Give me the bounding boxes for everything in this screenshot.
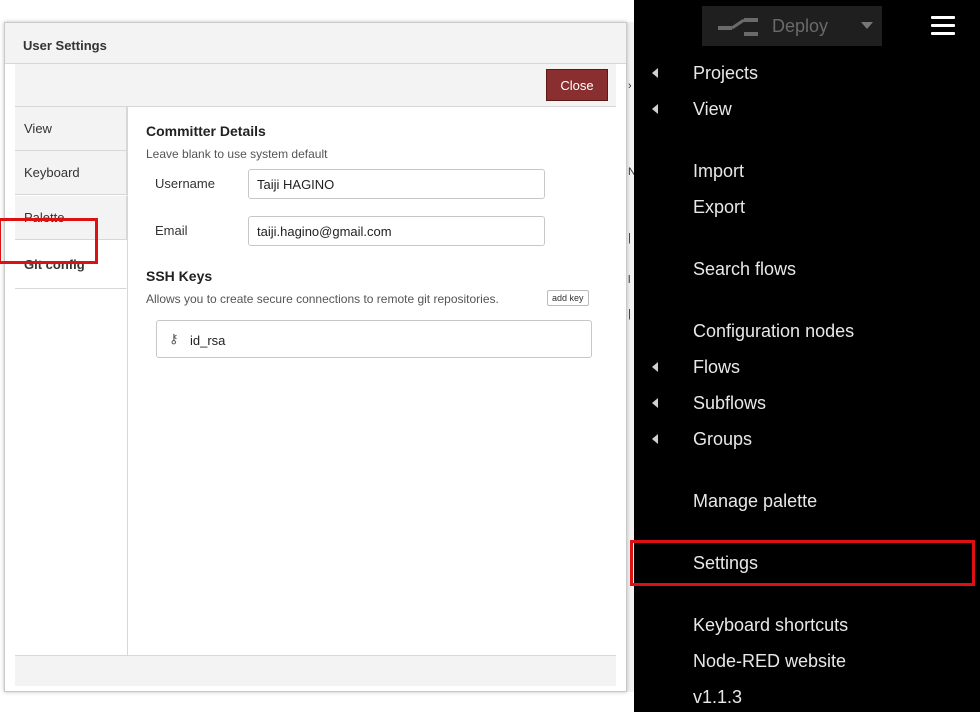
committer-hint: Leave blank to use system default bbox=[146, 147, 328, 161]
editor-edge-glyph: l bbox=[628, 274, 631, 286]
menu-item-label: Manage palette bbox=[693, 491, 818, 511]
header-bar: Deploy bbox=[634, 0, 980, 56]
menu-item-label: Settings bbox=[693, 553, 759, 573]
menu-item-label: Configuration nodes bbox=[693, 321, 855, 341]
user-settings-dialog: User Settings Close View Keyboard Palett… bbox=[4, 22, 627, 692]
menu-item-label: Flows bbox=[693, 357, 741, 377]
menu-item-label: Search flows bbox=[693, 259, 797, 279]
caret-left-icon bbox=[652, 362, 658, 372]
dialog-toolbar: Close bbox=[15, 64, 616, 107]
main-menu: Deploy Projects View Import Export Searc… bbox=[630, 0, 980, 712]
settings-tabs: View Keyboard Palette Git config bbox=[15, 107, 128, 655]
menu-item-label: Node-RED website bbox=[693, 651, 847, 671]
key-icon: ⚷ bbox=[169, 331, 179, 346]
username-label: Username bbox=[155, 176, 215, 191]
deploy-label: Deploy bbox=[772, 16, 829, 36]
dialog-title: User Settings bbox=[23, 38, 107, 53]
dialog-footer bbox=[15, 655, 616, 686]
chevron-down-icon[interactable] bbox=[861, 22, 873, 29]
add-key-button[interactable]: add key bbox=[547, 290, 589, 306]
ssh-keys-heading: SSH Keys bbox=[146, 268, 213, 284]
username-field[interactable]: Taiji HAGINO bbox=[248, 169, 545, 199]
deploy-button[interactable]: Deploy bbox=[702, 6, 882, 46]
menu-item-groups[interactable]: Groups bbox=[634, 422, 980, 458]
tab-keyboard[interactable]: Keyboard bbox=[15, 151, 127, 195]
tab-view[interactable]: View bbox=[15, 107, 127, 151]
ssh-keys-hint: Allows you to create secure connections … bbox=[146, 292, 499, 306]
menu-item-label: Subflows bbox=[693, 393, 767, 413]
git-config-panel: Committer Details Leave blank to use sys… bbox=[127, 107, 616, 655]
menu-item-label: Keyboard shortcuts bbox=[693, 615, 849, 635]
menu-item-flows[interactable]: Flows bbox=[634, 350, 980, 386]
menu-item-settings[interactable]: Settings bbox=[634, 546, 980, 582]
ssh-key-list: ⚷ id_rsa bbox=[156, 320, 592, 358]
deploy-icon bbox=[718, 18, 758, 36]
ssh-key-item[interactable]: id_rsa bbox=[190, 333, 225, 348]
email-label: Email bbox=[155, 223, 188, 238]
menu-item-manage-palette[interactable]: Manage palette bbox=[634, 484, 980, 520]
menu-item-label: Export bbox=[693, 197, 746, 217]
menu-item-version: v1.1.3 bbox=[634, 680, 980, 716]
menu-item-label: View bbox=[693, 99, 732, 119]
editor-edge-glyph: › bbox=[628, 80, 632, 92]
menu-item-node-red-website[interactable]: Node-RED website bbox=[634, 644, 980, 680]
caret-left-icon bbox=[652, 68, 658, 78]
dialog-titlebar: User Settings bbox=[5, 23, 626, 64]
menu-item-import[interactable]: Import bbox=[634, 154, 980, 190]
menu-item-search-flows[interactable]: Search flows bbox=[634, 252, 980, 288]
menu-item-keyboard-shortcuts[interactable]: Keyboard shortcuts bbox=[634, 608, 980, 644]
email-field[interactable]: taiji.hagino@gmail.com bbox=[248, 216, 545, 246]
editor-edge-glyph: | bbox=[628, 308, 631, 320]
menu-item-label: Projects bbox=[693, 63, 759, 83]
caret-left-icon bbox=[652, 104, 658, 114]
version-label: v1.1.3 bbox=[693, 687, 743, 707]
menu-item-view[interactable]: View bbox=[634, 92, 980, 128]
menu-item-label: Groups bbox=[693, 429, 753, 449]
hamburger-menu-icon[interactable] bbox=[931, 16, 955, 36]
tab-git-config[interactable]: Git config bbox=[15, 241, 127, 289]
committer-details-heading: Committer Details bbox=[146, 123, 266, 139]
close-button[interactable]: Close bbox=[546, 69, 608, 101]
tab-palette[interactable]: Palette bbox=[15, 196, 127, 240]
menu-item-subflows[interactable]: Subflows bbox=[634, 386, 980, 422]
menu-item-projects[interactable]: Projects bbox=[634, 56, 980, 92]
menu-item-export[interactable]: Export bbox=[634, 190, 980, 226]
caret-left-icon bbox=[652, 434, 658, 444]
caret-left-icon bbox=[652, 398, 658, 408]
menu-item-label: Import bbox=[693, 161, 745, 181]
editor-edge-glyph: | bbox=[628, 232, 631, 244]
menu-item-configuration-nodes[interactable]: Configuration nodes bbox=[634, 314, 980, 350]
